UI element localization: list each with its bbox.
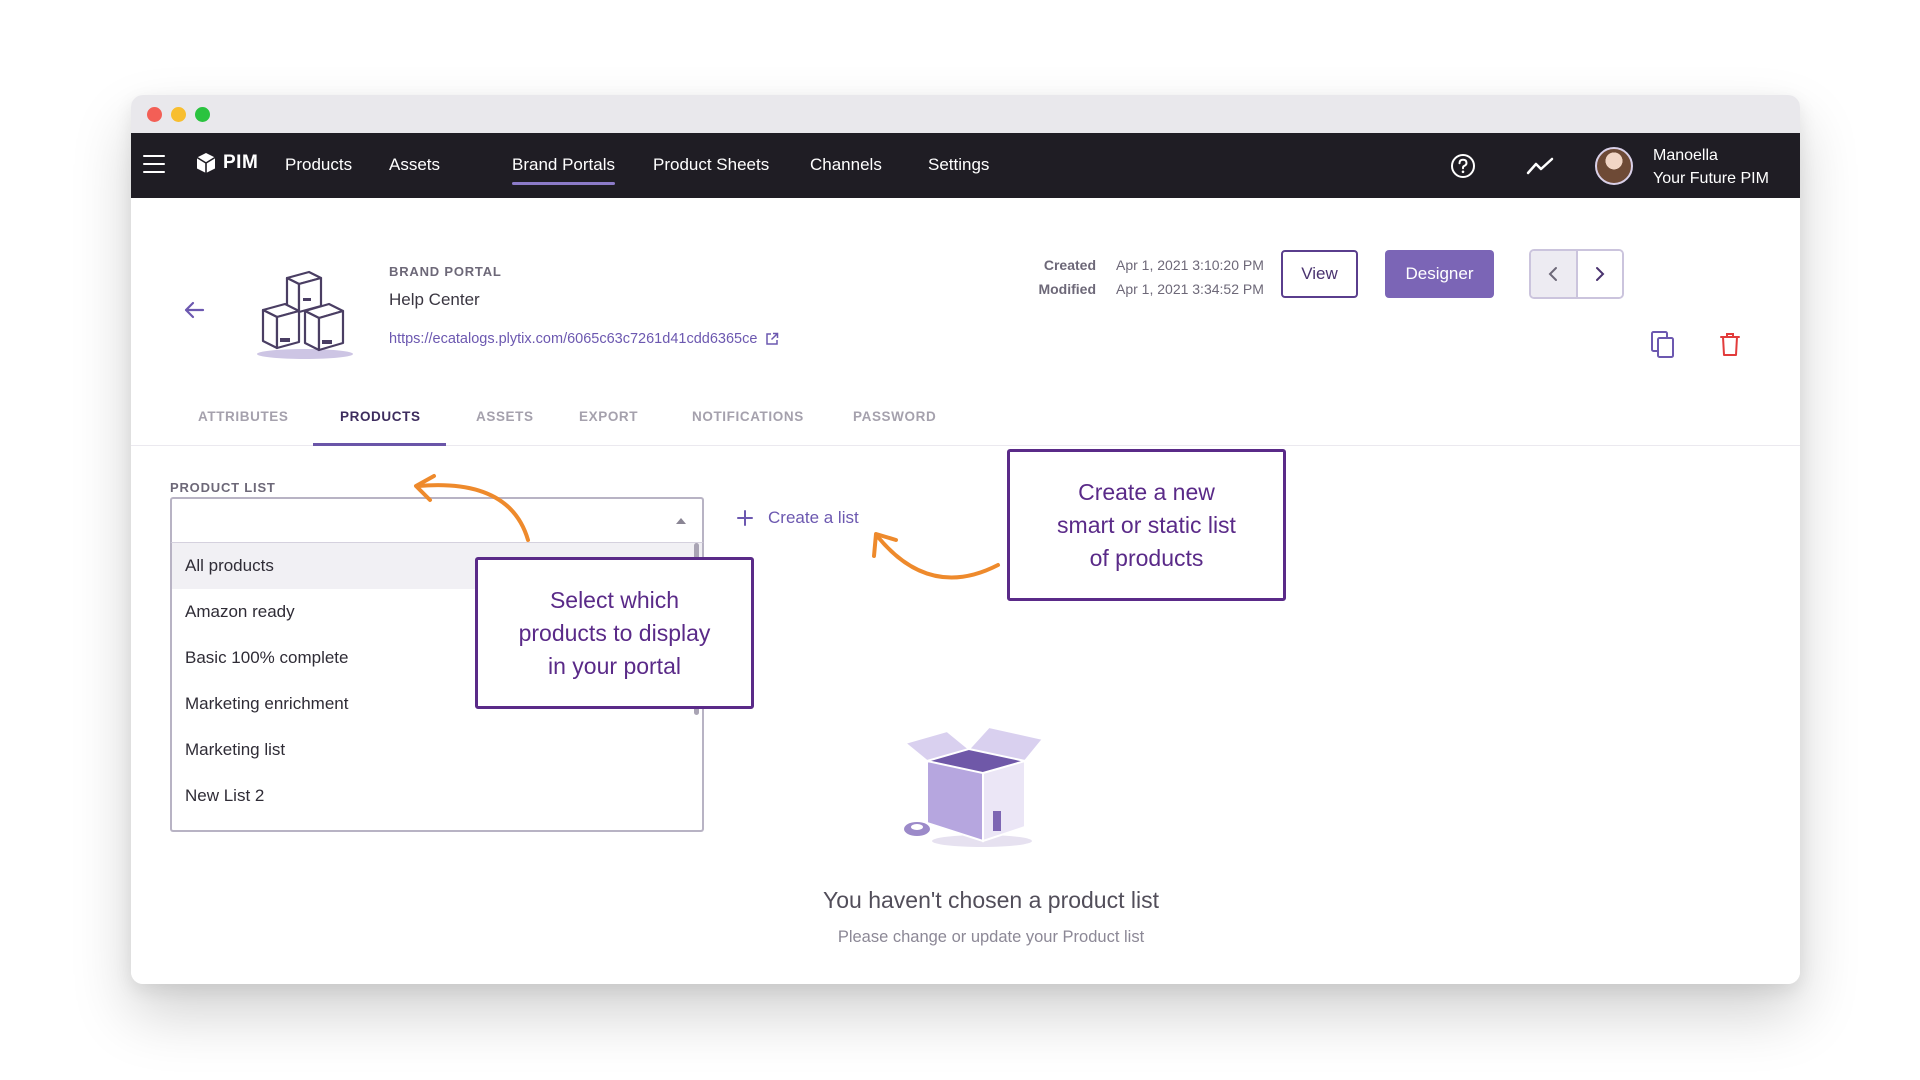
user-avatar[interactable] [1595, 147, 1633, 185]
tab-products[interactable]: PRODUCTS [340, 409, 421, 424]
user-menu[interactable]: Manoella Your Future PIM [1653, 144, 1769, 190]
help-icon[interactable] [1449, 152, 1477, 180]
callout-select-line-1: Select which [549, 586, 680, 613]
next-button[interactable] [1577, 251, 1622, 297]
callout-create-line-1: Create a new [1078, 478, 1215, 505]
menu-icon[interactable] [143, 155, 165, 173]
tab-assets[interactable]: ASSETS [476, 409, 534, 424]
nav-products[interactable]: Products [285, 155, 352, 175]
created-label: Created [1043, 257, 1096, 273]
create-list-label: Create a list [768, 508, 859, 527]
top-navbar: PIM Products Assets Brand Portals Produc… [131, 133, 1800, 198]
product-list-select[interactable] [170, 497, 704, 543]
modified-label: Modified [1038, 281, 1096, 297]
callout-create-line-2: smart or static list [1057, 511, 1236, 538]
designer-button[interactable]: Designer [1385, 250, 1494, 298]
previous-button[interactable] [1531, 251, 1578, 297]
tab-export[interactable]: EXPORT [579, 409, 638, 424]
dropdown-option[interactable]: Marketing list [172, 727, 702, 773]
nav-brand-portals[interactable]: Brand Portals [512, 155, 615, 185]
callout-select-list: Select which products to display in your… [475, 557, 754, 709]
delete-icon[interactable] [1718, 331, 1742, 357]
open-box-illustration [902, 725, 1045, 847]
main-content: BRAND PORTAL Help Center https://ecatalo… [131, 198, 1800, 984]
app-logo[interactable]: PIM [195, 152, 258, 174]
portal-tabs: ATTRIBUTES PRODUCTS ASSETS EXPORT NOTIFI… [131, 404, 1800, 446]
chevron-left-icon [1548, 267, 1558, 281]
user-org: Your Future PIM [1653, 170, 1769, 187]
callout-select-line-3: in your portal [548, 652, 681, 679]
cube-icon [196, 153, 216, 173]
modified-value: Apr 1, 2021 3:34:52 PM [1116, 281, 1264, 297]
window-close-button[interactable] [147, 107, 162, 122]
portal-url-text: https://ecatalogs.plytix.com/6065c63c726… [389, 331, 758, 347]
boxes-illustration [257, 270, 353, 359]
view-button[interactable]: View [1281, 250, 1358, 298]
empty-state-subtitle: Please change or update your Product lis… [837, 928, 1145, 946]
portal-section-label: BRAND PORTAL [389, 264, 502, 279]
nav-assets[interactable]: Assets [389, 155, 440, 175]
external-link-icon [766, 332, 779, 345]
app-window: PIM Products Assets Brand Portals Produc… [131, 95, 1800, 984]
chevron-right-icon [1595, 267, 1605, 281]
active-tab-indicator [313, 443, 446, 446]
tab-notifications[interactable]: NOTIFICATIONS [692, 409, 804, 424]
portal-name: Help Center [389, 290, 480, 309]
empty-state-title: You haven't chosen a product list [823, 887, 1159, 913]
nav-channels[interactable]: Channels [810, 155, 882, 175]
callout-create-list: Create a new smart or static list of pro… [1007, 449, 1286, 601]
pager [1529, 249, 1624, 299]
duplicate-icon[interactable] [1649, 329, 1677, 359]
logo-text: PIM [223, 152, 259, 173]
window-minimize-button[interactable] [171, 107, 186, 122]
caret-up-icon [676, 518, 686, 524]
back-arrow-icon[interactable] [182, 298, 206, 322]
nav-product-sheets[interactable]: Product Sheets [653, 155, 769, 175]
plus-icon [737, 510, 753, 526]
user-name: Manoella [1653, 147, 1718, 164]
portal-url-link[interactable]: https://ecatalogs.plytix.com/6065c63c726… [389, 331, 779, 347]
dropdown-option[interactable]: New List 2 [172, 773, 702, 819]
nav-settings[interactable]: Settings [928, 155, 989, 175]
created-value: Apr 1, 2021 3:10:20 PM [1116, 257, 1264, 273]
activity-chart-icon[interactable] [1526, 152, 1554, 180]
create-list-button[interactable]: Create a list [736, 508, 859, 528]
callout-create-line-3: of products [1089, 544, 1204, 571]
window-titlebar [131, 95, 1800, 133]
tab-password[interactable]: PASSWORD [853, 409, 936, 424]
product-list-label: PRODUCT LIST [170, 480, 276, 495]
callout-select-line-2: products to display [518, 619, 711, 646]
tab-attributes[interactable]: ATTRIBUTES [198, 409, 289, 424]
window-maximize-button[interactable] [195, 107, 210, 122]
